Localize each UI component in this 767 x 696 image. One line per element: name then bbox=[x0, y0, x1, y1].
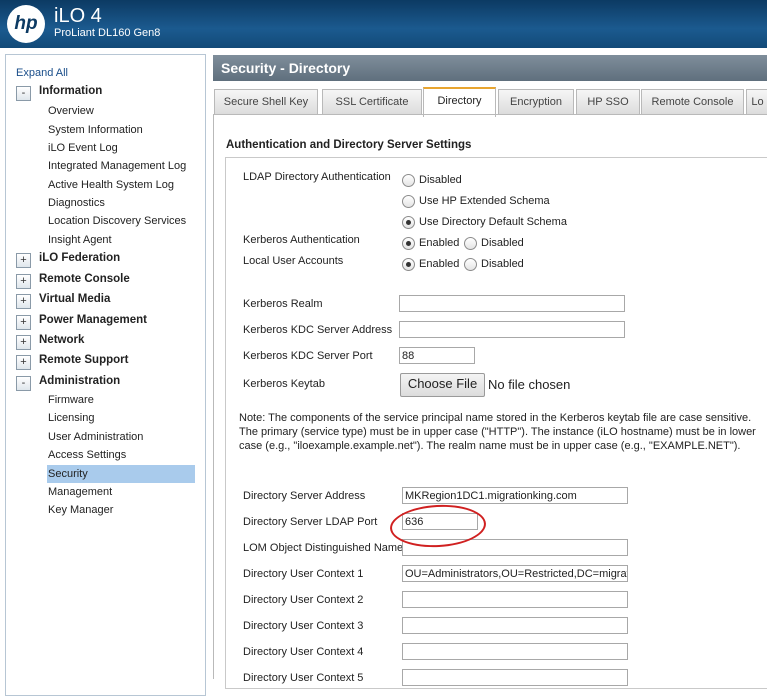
settings-form: LDAP Directory Authentication Disabled U… bbox=[225, 157, 767, 689]
context1-label: Directory User Context 1 bbox=[243, 568, 364, 580]
collapse-icon[interactable]: - bbox=[16, 376, 31, 391]
choose-file-button[interactable]: Choose File bbox=[400, 373, 485, 397]
nav-group-label[interactable]: Remote Support bbox=[39, 354, 128, 366]
collapse-icon[interactable]: - bbox=[16, 86, 31, 101]
expand-icon[interactable]: + bbox=[16, 274, 31, 289]
nav-item-firmware[interactable]: Firmware bbox=[48, 394, 94, 406]
nav-item-system-information[interactable]: System Information bbox=[48, 124, 143, 136]
nav-item-management[interactable]: Management bbox=[48, 486, 112, 498]
dir-address-label: Directory Server Address bbox=[243, 490, 366, 502]
nav-item-licensing[interactable]: Licensing bbox=[48, 412, 94, 424]
nav-group-label[interactable]: Remote Console bbox=[39, 273, 130, 285]
no-file-chosen-text: No file chosen bbox=[488, 377, 571, 392]
context4-label: Directory User Context 4 bbox=[243, 646, 364, 658]
nav-item-ilo-event-log[interactable]: iLO Event Log bbox=[48, 142, 118, 154]
nav-item-access-settings[interactable]: Access Settings bbox=[48, 449, 126, 461]
kerberos-disabled-label[interactable]: Disabled bbox=[481, 237, 524, 249]
context3-label: Directory User Context 3 bbox=[243, 620, 364, 632]
local-accounts-disabled-label[interactable]: Disabled bbox=[481, 258, 524, 270]
nav-group-label[interactable]: Information bbox=[39, 85, 102, 97]
context2-input[interactable] bbox=[402, 591, 628, 608]
kdc-address-label: Kerberos KDC Server Address bbox=[243, 324, 393, 336]
expand-icon[interactable]: + bbox=[16, 294, 31, 309]
tab-encryption[interactable]: Encryption bbox=[498, 89, 574, 114]
page-title: Security - Directory bbox=[221, 60, 351, 76]
tab-ssl-certificate[interactable]: SSL Certificate bbox=[322, 89, 422, 114]
tab-bar: Secure Shell Key SSL Certificate Directo… bbox=[213, 87, 767, 117]
dir-port-label: Directory Server LDAP Port bbox=[243, 516, 378, 528]
ldap-extended-schema-radio[interactable] bbox=[402, 195, 415, 208]
app-title: iLO 4 bbox=[54, 5, 102, 27]
nav-group-label[interactable]: Network bbox=[39, 334, 84, 346]
kerberos-auth-label: Kerberos Authentication bbox=[243, 234, 360, 246]
ldap-default-schema-label[interactable]: Use Directory Default Schema bbox=[419, 216, 567, 228]
ldap-extended-schema-label[interactable]: Use HP Extended Schema bbox=[419, 195, 550, 207]
dir-address-input[interactable]: MKRegion1DC1.migrationking.com bbox=[402, 487, 628, 504]
navigation-tree: Expand All - Information Overview System… bbox=[5, 54, 206, 696]
nav-group-label[interactable]: iLO Federation bbox=[39, 252, 120, 264]
ldap-disabled-label[interactable]: Disabled bbox=[419, 174, 462, 186]
nav-group-label[interactable]: Administration bbox=[39, 375, 120, 387]
kerberos-enabled-radio[interactable] bbox=[402, 237, 415, 250]
nav-item-key-manager[interactable]: Key Manager bbox=[48, 504, 113, 516]
context1-input[interactable]: OU=Administrators,OU=Restricted,DC=migra… bbox=[402, 565, 628, 582]
nav-item-active-health-system-log[interactable]: Active Health System Log bbox=[48, 179, 174, 191]
hp-logo: hp bbox=[7, 5, 45, 43]
tab-remote-console[interactable]: Remote Console bbox=[641, 89, 744, 114]
kerberos-enabled-label[interactable]: Enabled bbox=[419, 237, 459, 249]
nav-item-user-administration[interactable]: User Administration bbox=[48, 431, 143, 443]
nav-item-diagnostics[interactable]: Diagnostics bbox=[48, 197, 105, 209]
server-model: ProLiant DL160 Gen8 bbox=[54, 27, 161, 39]
lom-dn-label: LOM Object Distinguished Name bbox=[243, 542, 404, 554]
tab-secure-shell-key[interactable]: Secure Shell Key bbox=[214, 89, 318, 114]
ldap-default-schema-radio[interactable] bbox=[402, 216, 415, 229]
kdc-port-label: Kerberos KDC Server Port bbox=[243, 350, 373, 362]
kerberos-realm-input[interactable] bbox=[399, 295, 625, 312]
ldap-auth-label: LDAP Directory Authentication bbox=[243, 171, 391, 183]
app-header: hp iLO 4 ProLiant DL160 Gen8 bbox=[0, 0, 767, 48]
expand-icon[interactable]: + bbox=[16, 315, 31, 330]
nav-item-insight-agent[interactable]: Insight Agent bbox=[48, 234, 112, 246]
nav-group-label[interactable]: Power Management bbox=[39, 314, 147, 326]
kdc-address-input[interactable] bbox=[399, 321, 625, 338]
nav-item-security[interactable]: Security bbox=[47, 465, 195, 483]
nav-item-overview[interactable]: Overview bbox=[48, 105, 94, 117]
local-accounts-label: Local User Accounts bbox=[243, 255, 344, 267]
context2-label: Directory User Context 2 bbox=[243, 594, 364, 606]
hp-logo-text: hp bbox=[14, 13, 38, 34]
nav-item-location-discovery-services[interactable]: Location Discovery Services bbox=[48, 215, 186, 227]
expand-all-link[interactable]: Expand All bbox=[16, 67, 68, 79]
context5-label: Directory User Context 5 bbox=[243, 672, 364, 684]
keytab-label: Kerberos Keytab bbox=[243, 378, 325, 390]
tab-overflow[interactable]: Lo bbox=[746, 89, 767, 114]
kdc-port-input[interactable]: 88 bbox=[399, 347, 475, 364]
kerberos-disabled-radio[interactable] bbox=[464, 237, 477, 250]
nav-item-integrated-management-log[interactable]: Integrated Management Log bbox=[48, 160, 186, 172]
local-accounts-enabled-radio[interactable] bbox=[402, 258, 415, 271]
context4-input[interactable] bbox=[402, 643, 628, 660]
expand-icon[interactable]: + bbox=[16, 253, 31, 268]
context3-input[interactable] bbox=[402, 617, 628, 634]
expand-icon[interactable]: + bbox=[16, 335, 31, 350]
local-accounts-enabled-label[interactable]: Enabled bbox=[419, 258, 459, 270]
tab-directory[interactable]: Directory bbox=[423, 87, 496, 117]
expand-icon[interactable]: + bbox=[16, 355, 31, 370]
tab-hp-sso[interactable]: HP SSO bbox=[576, 89, 640, 114]
directory-settings-panel: Authentication and Directory Server Sett… bbox=[213, 114, 767, 689]
nav-group-label[interactable]: Virtual Media bbox=[39, 293, 110, 305]
ldap-disabled-radio[interactable] bbox=[402, 174, 415, 187]
keytab-note: Note: The components of the service prin… bbox=[239, 412, 756, 452]
page-title-bar: Security - Directory bbox=[213, 55, 767, 81]
section-heading: Authentication and Directory Server Sett… bbox=[226, 139, 472, 151]
local-accounts-disabled-radio[interactable] bbox=[464, 258, 477, 271]
kerberos-realm-label: Kerberos Realm bbox=[243, 298, 323, 310]
